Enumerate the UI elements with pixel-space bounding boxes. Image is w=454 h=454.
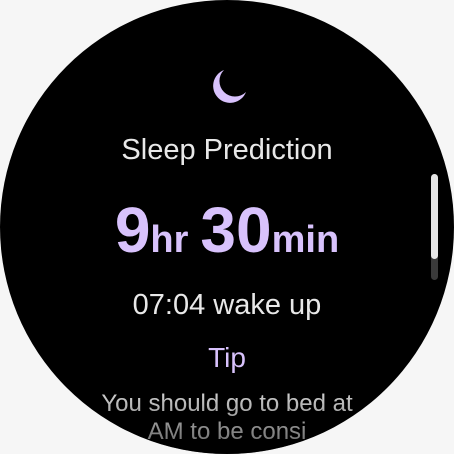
tip-heading: Tip xyxy=(208,342,246,373)
duration-minutes-unit: min xyxy=(271,219,340,261)
scrollbar[interactable] xyxy=(428,174,440,280)
duration-hours-unit: hr xyxy=(150,219,189,261)
wake-up-time: 07:04 wake up xyxy=(132,289,322,321)
tip-text: You should go to bed at AM to be consi xyxy=(101,390,353,445)
sleep-duration: 9hr 30min xyxy=(0,190,454,288)
duration-hours: 9 xyxy=(114,194,151,266)
watch-screen: Sleep Prediction 9hr 30min 07:04 wake up … xyxy=(0,0,454,454)
duration-minutes: 30 xyxy=(200,194,272,266)
page-title: Sleep Prediction xyxy=(121,134,333,166)
scrollbar-thumb[interactable] xyxy=(431,174,438,259)
moon-icon xyxy=(213,70,246,103)
